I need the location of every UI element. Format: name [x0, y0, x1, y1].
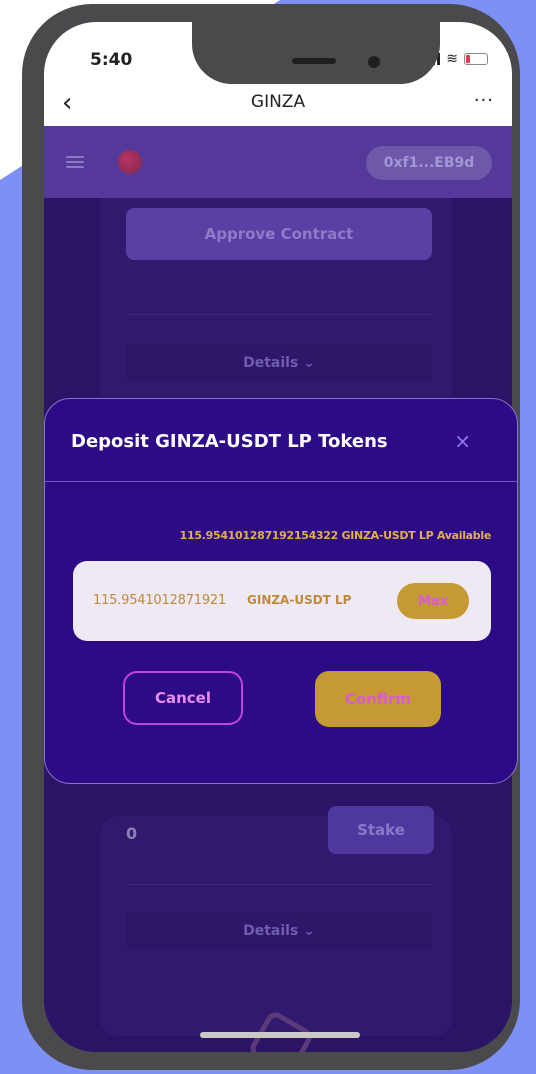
staked-value: 0 — [126, 824, 138, 843]
wifi-icon: ≋ — [446, 51, 458, 67]
more-icon[interactable]: ··· — [474, 90, 494, 111]
details-toggle[interactable]: Details ⌄ — [126, 344, 432, 382]
details-toggle[interactable]: Details ⌄ — [126, 912, 432, 950]
app-header: 0xf1...EB9d — [44, 126, 512, 198]
divider — [126, 314, 432, 315]
divider — [126, 884, 432, 885]
status-time: 5:40 — [90, 50, 133, 70]
token-unit-label: GINZA-USDT LP — [247, 593, 352, 607]
ginza-logo-icon — [118, 150, 142, 174]
confirm-button[interactable]: Confirm — [315, 671, 441, 727]
available-balance: 115.954101287192154322 GINZA-USDT LP Ava… — [179, 529, 492, 542]
menu-icon[interactable] — [66, 156, 84, 168]
camera — [368, 56, 380, 68]
home-indicator[interactable] — [200, 1032, 360, 1038]
approve-contract-button[interactable]: Approve Contract — [126, 208, 432, 260]
nav-bar: ‹ GINZA ··· — [44, 86, 512, 126]
modal-title: Deposit GINZA-USDT LP Tokens — [71, 431, 388, 452]
battery-icon — [464, 53, 488, 65]
amount-input[interactable]: 115.9541012871921 — [93, 593, 226, 608]
stake-button[interactable]: Stake — [328, 806, 434, 854]
nav-title: GINZA — [250, 92, 306, 112]
cancel-button[interactable]: Cancel — [123, 671, 243, 725]
farm-card-bottom: 0 Stake Details ⌄ — [100, 806, 452, 1036]
close-icon[interactable]: × — [454, 429, 471, 453]
deposit-modal: Deposit GINZA-USDT LP Tokens × 115.95410… — [44, 398, 518, 784]
amount-input-box[interactable]: 115.9541012871921 GINZA-USDT LP Max — [73, 561, 491, 641]
wallet-address-button[interactable]: 0xf1...EB9d — [366, 146, 492, 180]
modal-divider — [45, 481, 517, 482]
speaker — [292, 58, 336, 64]
notch — [192, 22, 440, 84]
max-button[interactable]: Max — [397, 583, 469, 619]
